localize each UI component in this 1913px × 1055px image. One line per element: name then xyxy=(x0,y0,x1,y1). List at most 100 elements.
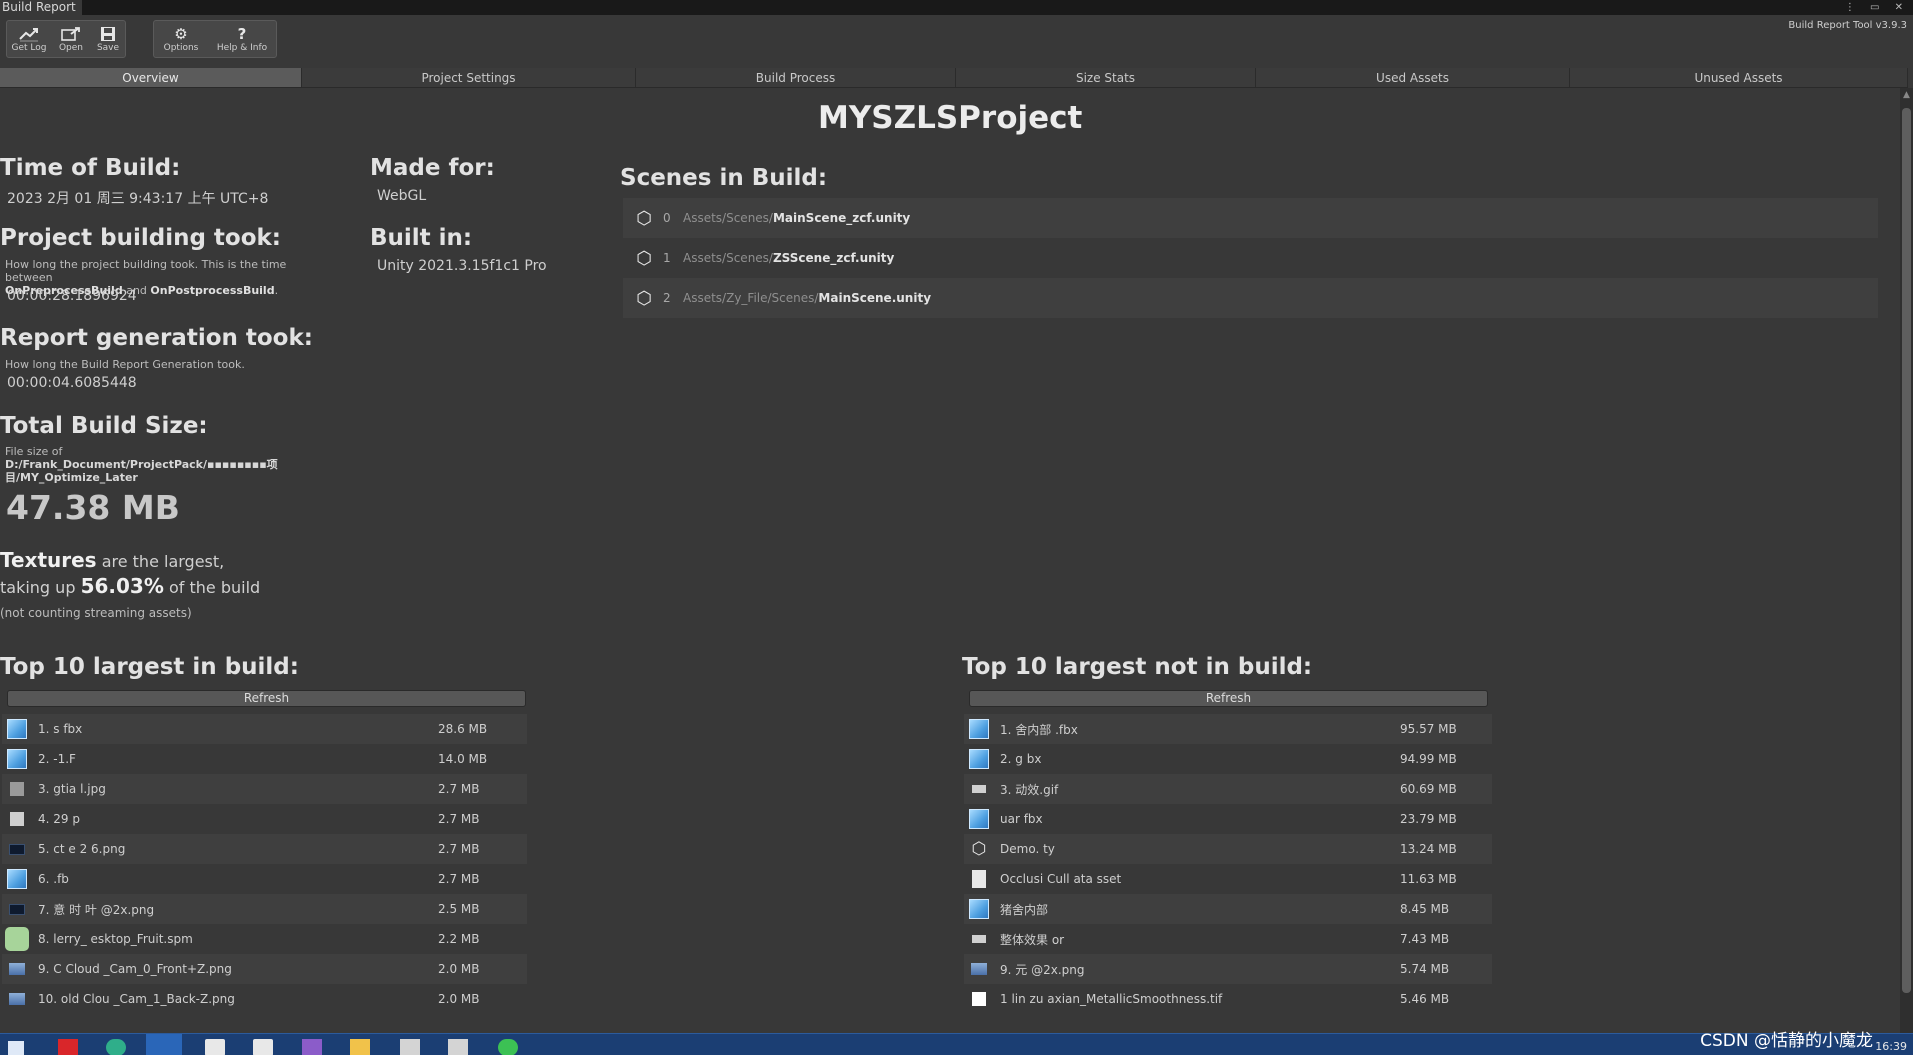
open-icon xyxy=(60,25,82,43)
asset-row[interactable]: 整体效果 or 7.43 MB xyxy=(964,924,1492,954)
tab-size-stats[interactable]: Size Stats xyxy=(956,68,1256,88)
window-title-tab[interactable]: Build Report xyxy=(0,0,82,15)
asset-row[interactable]: 6. .fb 2.7 MB xyxy=(2,864,527,894)
asset-name: 8. lerry_ esktop_Fruit.spm xyxy=(38,932,193,946)
browser-icon[interactable] xyxy=(106,1039,126,1055)
asset-size: 2.7 MB xyxy=(438,782,480,796)
refresh-not-in-build-button[interactable]: Refresh xyxy=(969,690,1488,707)
asset-row[interactable]: 2. -1.F 14.0 MB xyxy=(2,744,527,774)
asset-row[interactable]: 7. 意 时 叶 @2x.png 2.5 MB xyxy=(2,894,527,924)
asset-row[interactable]: 3. gtia l.jpg 2.7 MB xyxy=(2,774,527,804)
asset-row[interactable]: 1. s fbx 28.6 MB xyxy=(2,714,527,744)
visual-studio-icon[interactable] xyxy=(302,1039,322,1055)
white-image-icon xyxy=(966,987,992,1011)
gray-image-icon xyxy=(4,777,30,801)
tab-project-settings[interactable]: Project Settings xyxy=(302,68,636,88)
top-in-build-label: Top 10 largest in build: xyxy=(0,654,299,680)
asset-size: 2.7 MB xyxy=(438,812,480,826)
asset-row[interactable]: 9. C Cloud _Cam_0_Front+Z.png 2.0 MB xyxy=(2,954,527,984)
unity-hub-icon[interactable] xyxy=(400,1039,420,1055)
asset-row[interactable]: Occlusi Cull ata sset 11.63 MB xyxy=(964,864,1492,894)
asset-size: 5.46 MB xyxy=(1400,992,1450,1006)
sky-image-icon xyxy=(4,987,30,1011)
scene-row[interactable]: ⬡ 0 Assets/Scenes/MainScene_zcf.unity xyxy=(623,198,1878,238)
browser-icon[interactable] xyxy=(146,1034,182,1055)
asset-name: 1. 舍内部 .fbx xyxy=(1000,722,1078,737)
time-of-build-value: 2023 2月 01 周三 9:43:17 上午 UTC+8 xyxy=(7,191,269,207)
folder-icon[interactable] xyxy=(350,1039,370,1055)
scroll-up-icon[interactable]: ▲ xyxy=(1900,88,1913,102)
help-button[interactable]: ? Help & Info xyxy=(208,21,276,57)
asset-row[interactable]: 4. 29 p 2.7 MB xyxy=(2,804,527,834)
top-not-in-build-list: 1. 舍内部 .fbx 95.57 MB 2. g bx 94.99 MB 3. 动效.… xyxy=(964,714,1492,1014)
project-name: MYSZLSProject xyxy=(818,100,1083,136)
asset-name: 7. 意 时 叶 @2x.png xyxy=(38,902,155,917)
model-icon xyxy=(4,867,30,891)
get-log-button[interactable]: Get Log xyxy=(7,21,51,57)
tab-overview[interactable]: Overview xyxy=(0,68,302,88)
asset-row[interactable]: 1 lin zu axian_MetallicSmoothness.tif 5.4… xyxy=(964,984,1492,1014)
open-button[interactable]: Open xyxy=(51,21,91,57)
asset-name: Demo. ty xyxy=(1000,842,1055,856)
save-button[interactable]: Save xyxy=(91,21,125,57)
asset-row[interactable]: 1. 舍内部 .fbx 95.57 MB xyxy=(964,714,1492,744)
tree-icon xyxy=(4,927,30,951)
tab-unused-assets[interactable]: Unused Assets xyxy=(1570,68,1908,88)
asset-name: 5. ct e 2 6.png xyxy=(38,842,126,856)
asset-row[interactable]: ⬡ Demo. ty 13.24 MB xyxy=(964,834,1492,864)
asset-size: 23.79 MB xyxy=(1400,812,1457,826)
asset-name: 2. g bx xyxy=(1000,752,1042,766)
asset-row[interactable]: 2. g bx 94.99 MB xyxy=(964,744,1492,774)
version-label: Build Report Tool v3.9.3 xyxy=(1788,20,1907,31)
asset-row[interactable]: 5. ct e 2 6.png 2.7 MB xyxy=(2,834,527,864)
unity-icon[interactable] xyxy=(205,1039,225,1055)
scroll-thumb[interactable] xyxy=(1902,108,1911,993)
asset-row[interactable]: 猪舍内部 8.45 MB xyxy=(964,894,1492,924)
get-log-label: Get Log xyxy=(11,43,47,53)
open-label: Open xyxy=(58,43,84,53)
asset-name: 10. old Clou _Cam_1_Back-Z.png xyxy=(38,992,235,1006)
refresh-in-build-button[interactable]: Refresh xyxy=(7,690,526,707)
vertical-scrollbar[interactable]: ▲ xyxy=(1900,88,1913,1033)
largest-category-summary: Textures are the largest, taking up 56.0… xyxy=(0,548,261,620)
asset-name: 6. .fb xyxy=(38,872,69,886)
report-took-label: Report generation took: xyxy=(0,325,313,351)
tab-used-assets[interactable]: Used Assets xyxy=(1256,68,1570,88)
unity-icon: ⬡ xyxy=(636,247,652,269)
tab-build-process[interactable]: Build Process xyxy=(636,68,956,88)
scene-row[interactable]: ⬡ 2 Assets/Zy_File/Scenes/MainScene.unit… xyxy=(623,278,1878,318)
file-toolbar: Get Log Open Save xyxy=(6,20,126,58)
wechat-icon[interactable] xyxy=(498,1039,518,1055)
build-took-label: Project building took: xyxy=(0,225,282,251)
model-icon xyxy=(966,717,992,741)
scenes-label: Scenes in Build: xyxy=(620,165,828,191)
total-size-label: Total Build Size: xyxy=(0,413,208,439)
options-button[interactable]: ⚙ Options xyxy=(154,21,208,57)
asset-row[interactable]: 10. old Clou _Cam_1_Back-Z.png 2.0 MB xyxy=(2,984,527,1014)
unity-icon[interactable] xyxy=(253,1039,273,1055)
asset-row[interactable]: 8. lerry_ esktop_Fruit.spm 2.2 MB xyxy=(2,924,527,954)
asset-size: 2.0 MB xyxy=(438,992,480,1006)
total-size-value: 47.38 MB xyxy=(6,488,180,527)
scene-row[interactable]: ⬡ 1 Assets/Scenes/ZSScene_zcf.unity xyxy=(623,238,1878,278)
dark-image-icon xyxy=(4,897,30,921)
asset-size: 13.24 MB xyxy=(1400,842,1457,856)
windows-start-icon[interactable] xyxy=(8,1041,24,1055)
model-icon xyxy=(4,717,30,741)
made-for-label: Made for: xyxy=(370,155,495,181)
report-took-description: How long the Build Report Generation too… xyxy=(5,358,245,371)
model-icon xyxy=(966,747,992,771)
asset-name: 3. gtia l.jpg xyxy=(38,782,106,796)
asset-size: 2.0 MB xyxy=(438,962,480,976)
asset-size: 5.74 MB xyxy=(1400,962,1450,976)
app-icon[interactable] xyxy=(58,1039,78,1055)
tab-bar: Overview Project Settings Build Process … xyxy=(0,68,1908,88)
asset-row[interactable]: uar fbx 23.79 MB xyxy=(964,804,1492,834)
asset-size: 11.63 MB xyxy=(1400,872,1457,886)
build-took-value: 00:00:28.1896924 xyxy=(7,288,137,304)
asset-row[interactable]: 3. 动效.gif 60.69 MB xyxy=(964,774,1492,804)
asset-size: 14.0 MB xyxy=(438,752,488,766)
window-controls[interactable]: ⋮ ▭ ✕ xyxy=(1845,0,1909,15)
asset-row[interactable]: 9. 元 @2x.png 5.74 MB xyxy=(964,954,1492,984)
unity-hub-icon[interactable] xyxy=(448,1039,468,1055)
